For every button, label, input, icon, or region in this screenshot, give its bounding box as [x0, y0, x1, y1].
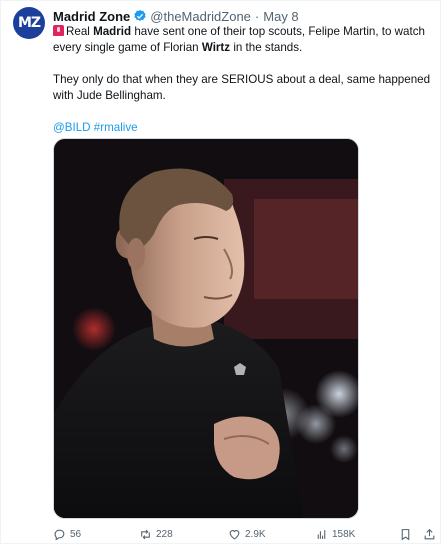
heart-icon [229, 530, 240, 540]
like-button[interactable]: 2.9K [228, 528, 266, 541]
tweet-paragraph-1: Real Madrid have sent one of their top s… [53, 24, 433, 56]
bookmark-icon [401, 529, 410, 541]
reply-count: 56 [70, 529, 82, 540]
tweet-date[interactable]: May 8 [263, 9, 298, 24]
tweet-paragraph-2: They only do that when they are SERIOUS … [53, 73, 431, 102]
text-bold-wirtz: Wirtz [201, 41, 231, 54]
text-bold-madrid: Madrid [93, 25, 132, 38]
bookmark-button[interactable] [399, 528, 412, 541]
tweet-actions-bar: 56 228 2.9K 158K [53, 528, 435, 542]
display-name[interactable]: Madrid Zone [53, 9, 130, 24]
reply-button[interactable]: 56 [53, 528, 81, 541]
verified-badge-icon [134, 9, 146, 21]
tweet-header: Madrid Zone @theMadridZone · May 8 [53, 8, 299, 24]
share-icon [424, 528, 435, 540]
reply-icon [54, 529, 65, 541]
like-count: 2.9K [245, 529, 266, 540]
retweet-icon [141, 529, 150, 540]
retweet-count: 228 [156, 529, 173, 540]
tweet-text: Real Madrid have sent one of their top s… [53, 24, 433, 136]
retweet-button[interactable]: 228 [139, 528, 173, 541]
mention-link[interactable]: @BILD [53, 121, 91, 134]
share-button[interactable] [423, 528, 436, 541]
separator-dot: · [254, 8, 260, 24]
avatar-initials: MZ [17, 15, 41, 31]
hashtag-link[interactable]: #rmalive [94, 121, 138, 134]
avatar[interactable]: MZ [13, 7, 45, 39]
police-light-emoji-icon [53, 25, 64, 36]
user-handle[interactable]: @theMadridZone [150, 9, 251, 24]
tweet-paragraph-3: @BILD #rmalive [53, 120, 433, 136]
tweet-media-photo[interactable] [53, 138, 359, 519]
text-segment: Real [66, 25, 94, 38]
views-button[interactable]: 158K [315, 528, 355, 541]
player-photo-illustration [54, 139, 358, 518]
views-count: 158K [332, 529, 356, 540]
views-chart-icon [317, 530, 326, 539]
text-segment: in the stands. [230, 41, 303, 54]
tweet-card[interactable]: MZ Madrid Zone @theMadridZone · May 8 Re… [0, 0, 441, 544]
